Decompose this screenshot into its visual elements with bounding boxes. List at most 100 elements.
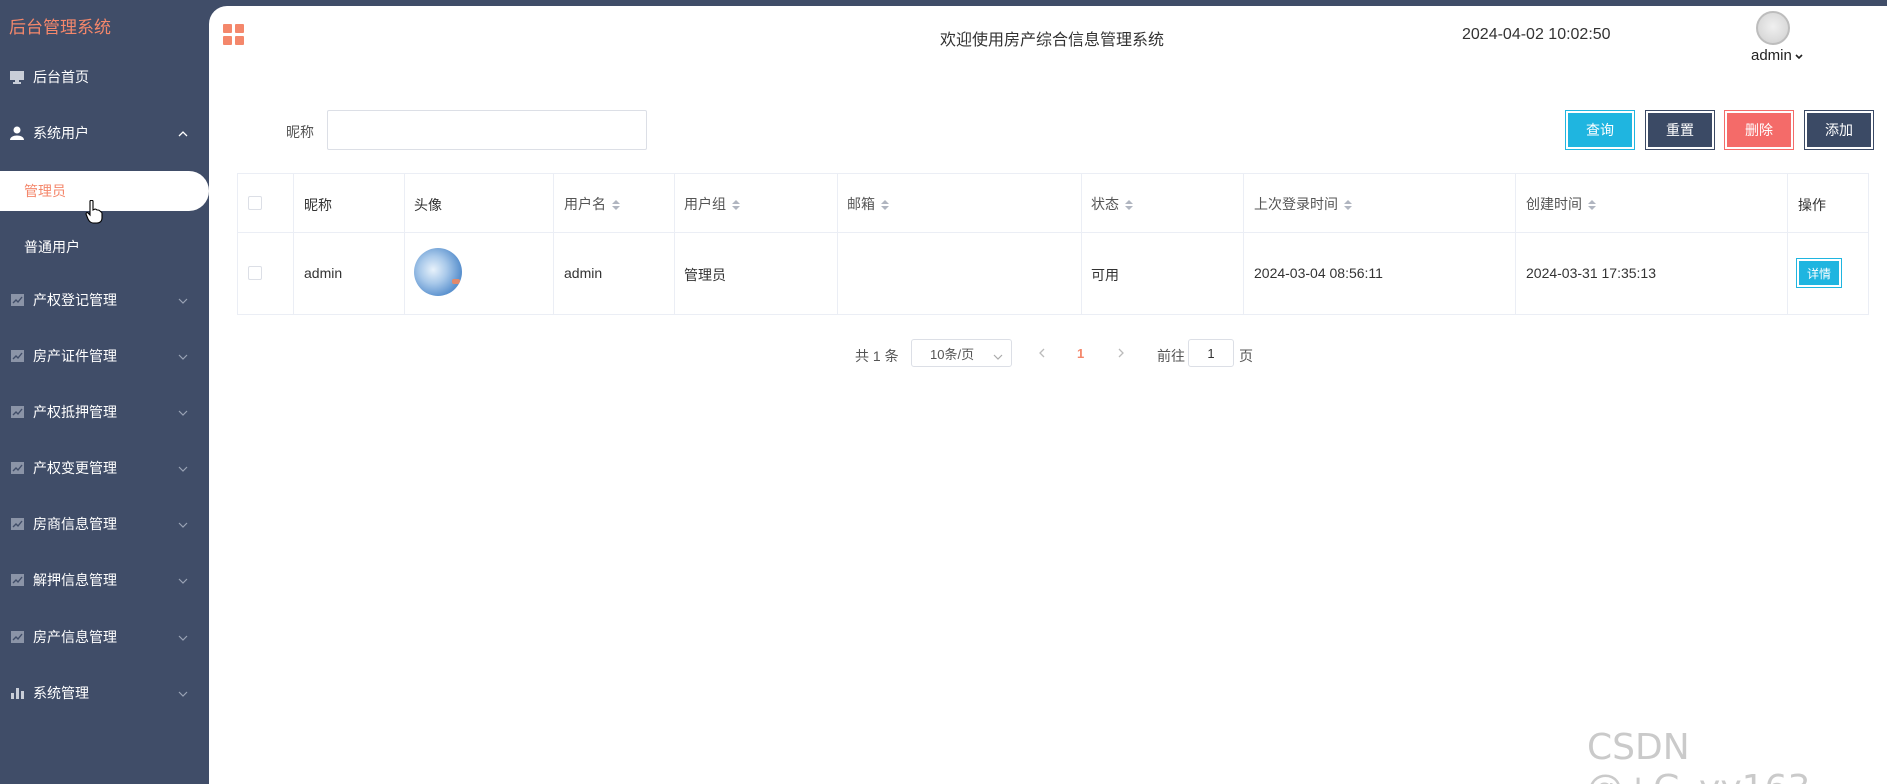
sidebar-item-property-certificates[interactable]: 房产证件管理	[0, 334, 209, 378]
sidebar-item-label: 后台首页	[33, 69, 89, 85]
add-button[interactable]: 添加	[1804, 110, 1874, 150]
pagination: 共 1 条 10条/页 1 前往 页	[209, 339, 1887, 369]
chevron-down-icon	[178, 629, 188, 641]
sidebar-item-property-change[interactable]: 产权变更管理	[0, 446, 209, 490]
welcome-title: 欢迎使用房产综合信息管理系统	[940, 32, 1165, 49]
sidebar-item-system-management[interactable]: 系统管理	[0, 671, 209, 715]
line-chart-icon	[9, 460, 25, 476]
monitor-icon	[9, 69, 25, 85]
hand-cursor-icon	[85, 199, 103, 224]
chevron-down-icon	[178, 404, 188, 416]
sort-icon[interactable]	[1125, 198, 1133, 210]
line-chart-icon	[9, 404, 25, 420]
cell-actions: 详情	[1796, 258, 1842, 288]
sidebar-item-developer-info[interactable]: 房商信息管理	[0, 502, 209, 546]
sidebar-item-label: 房商信息管理	[33, 516, 117, 532]
column-header-status[interactable]: 状态	[1091, 194, 1133, 214]
chevron-down-icon	[178, 572, 188, 584]
sidebar: 后台管理系统 后台首页 系统用户 管理员 普通用户 产权登记管理 房产证件管理 …	[0, 0, 209, 784]
column-header-actions: 操作	[1798, 197, 1826, 213]
sort-icon[interactable]	[1588, 198, 1596, 210]
goto-page-input[interactable]	[1188, 339, 1234, 367]
row-avatar-image	[414, 248, 462, 296]
sidebar-item-property-info[interactable]: 房产信息管理	[0, 615, 209, 659]
chevron-down-icon	[178, 460, 188, 472]
chevron-down-icon	[178, 292, 188, 304]
sidebar-item-label: 房产证件管理	[33, 348, 117, 364]
watermark-text: CSDN @+G_yy163	[1587, 727, 1810, 784]
search-label: 昵称	[286, 124, 314, 140]
current-datetime: 2024-04-02 10:02:50	[1462, 26, 1611, 43]
next-page-icon[interactable]	[1115, 346, 1127, 360]
column-header-avatar: 头像	[414, 197, 442, 213]
select-all-checkbox[interactable]	[248, 196, 262, 210]
prev-page-icon[interactable]	[1036, 346, 1048, 360]
column-header-username[interactable]: 用户名	[564, 194, 620, 214]
user-avatar[interactable]	[1756, 11, 1790, 45]
sidebar-item-label: 房产信息管理	[33, 629, 117, 645]
column-header-last-login[interactable]: 上次登录时间	[1254, 194, 1352, 214]
reset-button[interactable]: 重置	[1645, 110, 1715, 150]
sidebar-item-release-info[interactable]: 解押信息管理	[0, 558, 209, 602]
delete-button[interactable]: 删除	[1724, 110, 1794, 150]
cell-status: 可用	[1091, 267, 1119, 283]
sort-icon[interactable]	[881, 198, 889, 210]
sidebar-subitem-label: 管理员	[24, 183, 66, 199]
cell-last-login: 2024-03-04 08:56:11	[1254, 265, 1383, 281]
line-chart-icon	[9, 629, 25, 645]
row-checkbox[interactable]	[248, 266, 262, 280]
sidebar-item-property-mortgage[interactable]: 产权抵押管理	[0, 390, 209, 434]
sort-icon[interactable]	[732, 198, 740, 210]
user-icon	[9, 125, 25, 141]
table-row: admin admin 管理员 可用 2024-03-04 08:56:11 2…	[238, 233, 1868, 315]
sidebar-item-system-users[interactable]: 系统用户	[0, 111, 209, 155]
nickname-search-input[interactable]	[327, 110, 647, 150]
chevron-down-icon	[178, 348, 188, 360]
sidebar-item-home[interactable]: 后台首页	[0, 55, 209, 99]
cell-avatar	[414, 248, 462, 296]
user-menu[interactable]: admin	[1751, 47, 1803, 64]
column-header-created[interactable]: 创建时间	[1526, 194, 1596, 214]
chevron-down-icon	[178, 516, 188, 528]
query-button[interactable]: 查询	[1565, 110, 1635, 150]
sidebar-item-property-registration[interactable]: 产权登记管理	[0, 278, 209, 322]
table-header-row: 昵称 头像 用户名 用户组 邮箱 状态 上次登录时间 创建时间 操作	[238, 174, 1868, 233]
line-chart-icon	[9, 572, 25, 588]
page-size-value: 10条/页	[930, 346, 975, 362]
chevron-up-icon	[178, 125, 188, 137]
column-header-nickname: 昵称	[304, 197, 332, 213]
sidebar-subitem-admin[interactable]: 管理员	[0, 171, 209, 211]
main-panel: 欢迎使用房产综合信息管理系统 2024-04-02 10:02:50 admin…	[209, 6, 1887, 784]
sidebar-item-label: 产权抵押管理	[33, 404, 117, 420]
page-unit-label: 页	[1239, 348, 1253, 364]
sidebar-item-label: 产权登记管理	[33, 292, 117, 308]
brand-title: 后台管理系统	[9, 18, 111, 37]
cell-group: 管理员	[684, 267, 726, 283]
column-header-email[interactable]: 邮箱	[847, 194, 889, 214]
sidebar-item-label: 系统用户	[33, 125, 89, 141]
detail-button[interactable]: 详情	[1796, 258, 1842, 288]
username-label: admin	[1751, 47, 1792, 64]
top-bar: 欢迎使用房产综合信息管理系统 2024-04-02 10:02:50 admin	[209, 6, 1887, 66]
cell-created: 2024-03-31 17:35:13	[1526, 265, 1656, 281]
users-table: 昵称 头像 用户名 用户组 邮箱 状态 上次登录时间 创建时间 操作 admin…	[237, 173, 1869, 315]
sidebar-item-label: 产权变更管理	[33, 460, 117, 476]
column-header-group[interactable]: 用户组	[684, 194, 740, 214]
current-page-number[interactable]: 1	[1077, 346, 1084, 361]
caret-down-icon	[1795, 47, 1803, 64]
page-size-select[interactable]: 10条/页	[911, 339, 1012, 367]
bar-chart-icon	[9, 685, 25, 701]
sidebar-subitem-regular-users[interactable]: 普通用户	[0, 227, 209, 267]
pagination-total: 共 1 条	[855, 348, 899, 364]
line-chart-icon	[9, 348, 25, 364]
cell-username: admin	[564, 265, 603, 281]
sort-icon[interactable]	[1344, 198, 1352, 210]
sidebar-subitem-label: 普通用户	[24, 239, 80, 255]
grid-menu-icon[interactable]	[223, 24, 245, 46]
chevron-down-icon	[178, 685, 188, 697]
line-chart-icon	[9, 516, 25, 532]
chevron-down-icon	[993, 349, 1003, 360]
sort-icon[interactable]	[612, 198, 620, 210]
goto-label: 前往	[1157, 348, 1185, 364]
sidebar-item-label: 解押信息管理	[33, 572, 117, 588]
